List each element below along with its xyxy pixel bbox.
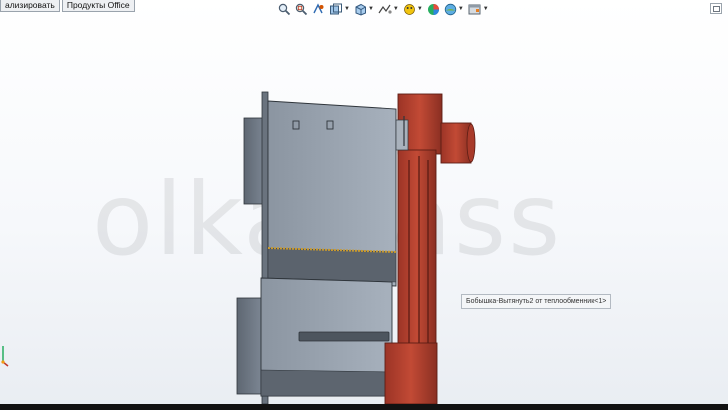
feature-tooltip: Бобышка-Вытянуть2 от теплообменник<1> bbox=[461, 294, 612, 309]
bottom-header-block bbox=[384, 342, 438, 404]
lower-housing-base bbox=[260, 369, 393, 397]
pipe-column bbox=[397, 149, 437, 357]
nozzle-flange bbox=[440, 122, 472, 164]
nozzle-face bbox=[466, 123, 476, 163]
left-side-plate-upper bbox=[243, 117, 265, 205]
upper-housing-bottom-band bbox=[267, 247, 397, 283]
graphics-area[interactable]: ализировать Продукты Office ▼ ▼ ▼ ▼ ▼ ▼ … bbox=[0, 0, 728, 404]
left-side-plate-lower bbox=[236, 297, 262, 395]
slot-opening bbox=[298, 331, 390, 342]
reference-triad-icon bbox=[1, 346, 9, 367]
valve-bracket bbox=[395, 119, 409, 151]
3d-model-heat-exchanger[interactable] bbox=[0, 0, 728, 404]
bottom-border bbox=[0, 404, 728, 410]
